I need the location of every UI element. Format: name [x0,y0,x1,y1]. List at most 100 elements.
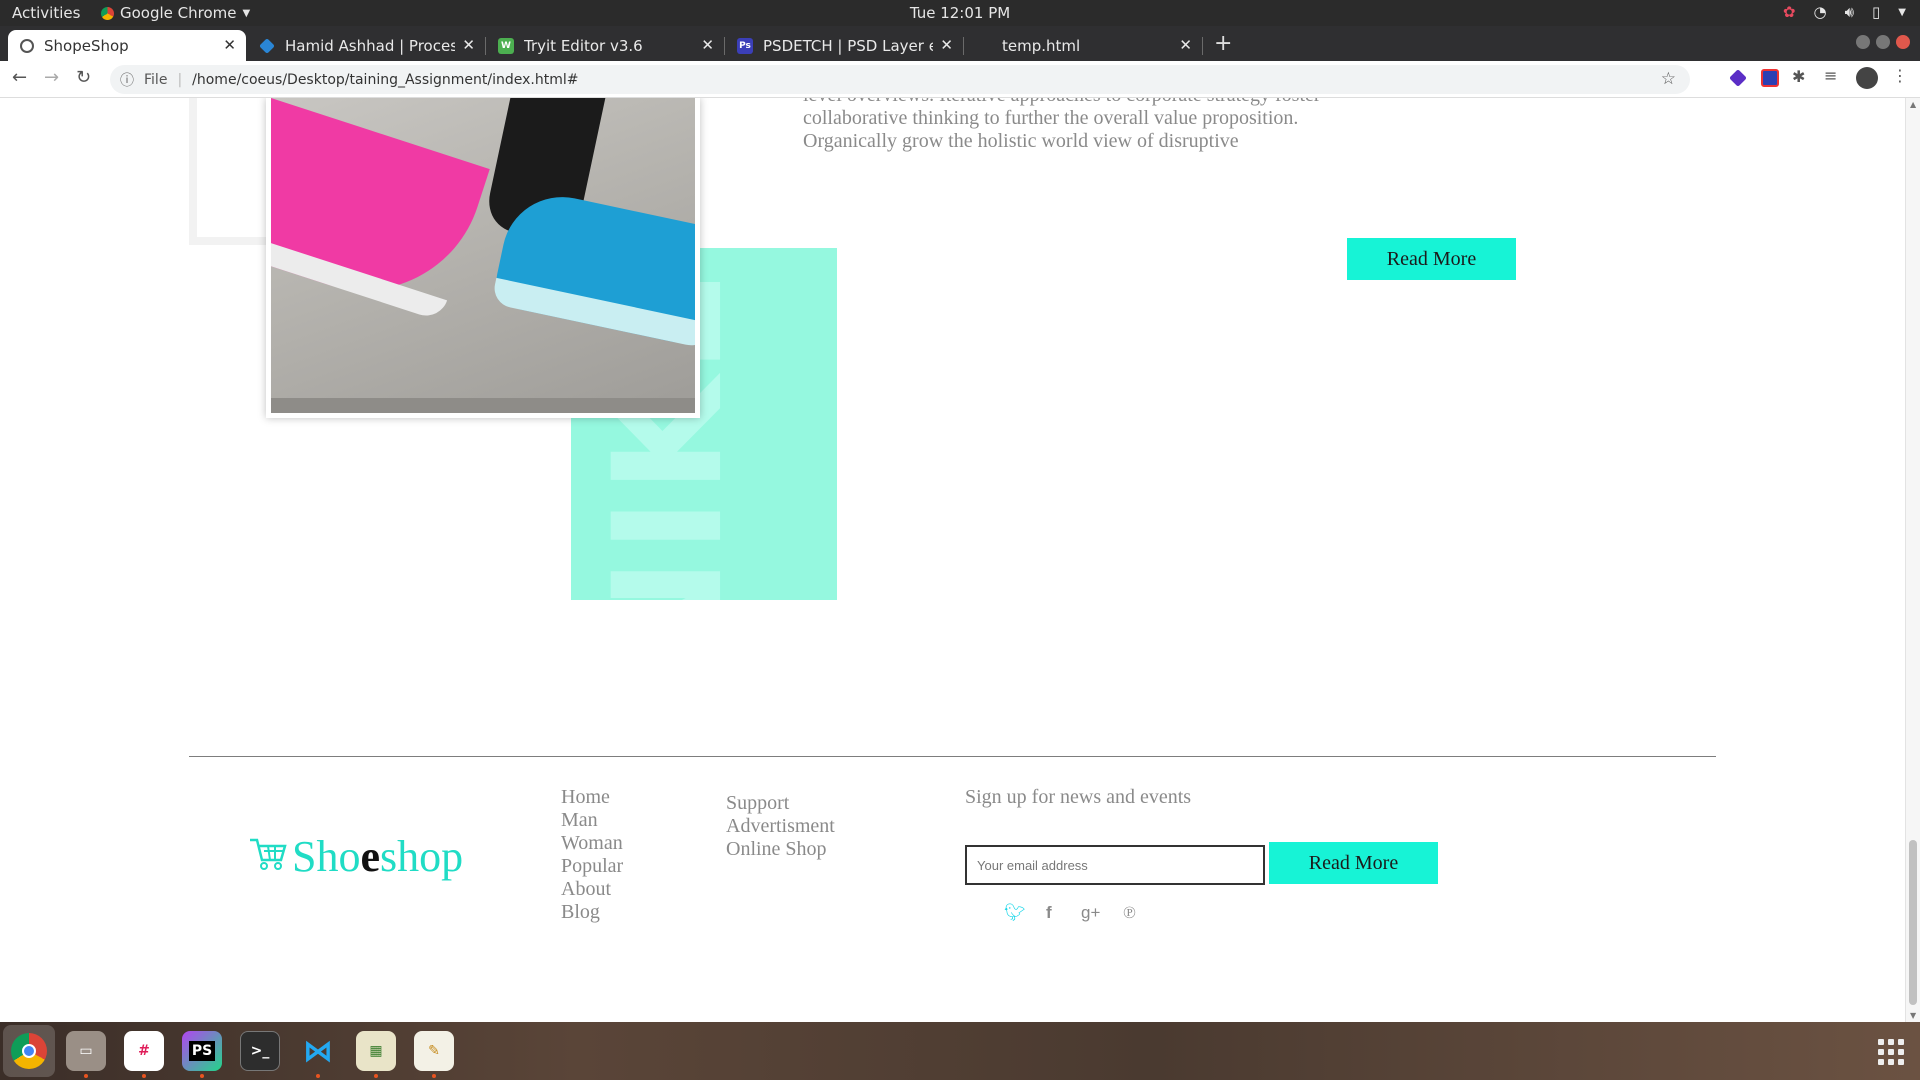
close-icon[interactable]: ✕ [223,36,236,54]
url-separator: | [177,71,183,88]
sneakers-image [271,98,695,413]
twitter-icon[interactable]: 🐦︎ [1004,903,1026,923]
pinterest-icon[interactable]: ℗ [1123,903,1136,923]
url-text[interactable]: /home/coeus/Desktop/taining_Assignment/i… [192,72,578,88]
tab-strip: ShopeShop ✕ Hamid Ashhad | Process S ✕ W… [0,26,1920,61]
system-tray[interactable]: ✿ ◔ 🔊︎ ▯ ▼ [1783,3,1906,21]
shopping-cart-icon [248,834,288,879]
footer-link-popular[interactable]: Popular [561,855,623,878]
tab-title: Hamid Ashhad | Process S [285,36,455,55]
window-controls [1856,35,1910,49]
tab-title: ShopeShop [44,36,129,55]
tab-shopeshop[interactable]: ShopeShop ✕ [8,30,246,61]
chevron-down-icon: ▼ [242,7,251,19]
image-viewer-icon: ▦ [369,1043,383,1059]
extensions-puzzle-icon[interactable]: ✱ [1792,67,1810,86]
google-plus-icon[interactable]: g+ [1081,903,1100,923]
tab-title: Tryit Editor v3.6 [524,36,643,55]
scrollbar-thumb[interactable] [1909,840,1917,1005]
reload-icon[interactable]: ↻ [76,67,91,88]
tab-tryit-editor[interactable]: W Tryit Editor v3.6 ✕ [486,30,725,61]
logo-text: Shoeshop [292,832,464,881]
footer-link-man[interactable]: Man [561,809,623,832]
chevron-down-icon: ▼ [1898,6,1906,18]
scroll-down-arrow[interactable]: ▼ [1910,1011,1916,1020]
close-icon[interactable]: ✕ [1179,36,1192,54]
close-icon[interactable]: ✕ [940,36,953,54]
blue-diamond-icon [259,37,275,54]
clock[interactable]: Tue 12:01 PM [910,4,1010,22]
slack-icon: # [138,1043,150,1059]
tab-title: temp.html [1002,36,1081,55]
dock-chrome[interactable] [3,1025,55,1077]
paragraph-line: level overviews. Iterative approaches to… [803,98,1335,107]
footer-link-woman[interactable]: Woman [561,832,623,855]
extension-diamond-icon[interactable] [1729,69,1747,87]
dock-phpstorm[interactable]: PS [182,1031,222,1078]
minimize-button[interactable] [1856,35,1870,49]
dock-files[interactable]: ▭ [66,1031,106,1078]
footer-link-support[interactable]: Support [726,792,835,815]
footer-link-online-shop[interactable]: Online Shop [726,838,835,861]
page-scrollbar[interactable]: ▲ ▼ [1905,98,1920,1022]
dock-image-viewer[interactable]: ▦ [356,1031,396,1078]
dock-terminal[interactable]: >_ [240,1031,280,1071]
chrome-icon [101,6,114,20]
dock-text-editor[interactable]: ✎ [414,1031,454,1078]
w3schools-icon: W [498,37,514,54]
description-paragraph: level overviews. Iterative approaches to… [803,98,1335,153]
tab-psdetch[interactable]: Ps PSDETCH | PSD Layer exp ✕ [725,30,964,61]
info-icon[interactable]: ⓘ [120,70,134,90]
psdetch-icon: Ps [737,37,753,54]
extension-badge-icon[interactable] [1761,69,1779,87]
taskbar-dock: ▭ # PS >_ ⋈ ▦ ✎ [0,1022,1920,1080]
app-menu-label: Google Chrome [120,4,237,22]
address-bar[interactable]: ⓘ File | /home/coeus/Desktop/taining_Ass… [110,65,1690,94]
vscode-icon: ⋈ [303,1033,333,1069]
close-window-button[interactable] [1896,35,1910,49]
new-tab-button[interactable]: + [1214,31,1232,56]
product-photo [266,98,700,418]
footer-info-links: Support Advertisment Online Shop [726,792,835,861]
more-menu-icon[interactable]: ⋮ [1892,66,1910,85]
read-more-button[interactable]: Read More [1347,238,1516,280]
footer-link-advertisment[interactable]: Advertisment [726,815,835,838]
maximize-button[interactable] [1876,35,1890,49]
tab-separator [1202,37,1203,55]
close-icon[interactable]: ✕ [462,36,475,54]
dock-slack[interactable]: # [124,1031,164,1078]
bookmark-star-icon[interactable]: ☆ [1661,69,1676,89]
activities-button[interactable]: Activities [12,4,80,22]
globe-icon [20,38,34,53]
tab-hamid-ashhad[interactable]: Hamid Ashhad | Process S ✕ [247,30,486,61]
app-menu[interactable]: Google Chrome ▼ [101,4,250,22]
footer-link-home[interactable]: Home [561,786,623,809]
media-control-icon[interactable]: ≡ [1824,66,1842,85]
browser-toolbar: ← → ↻ ⓘ File | /home/coeus/Desktop/taini… [0,61,1920,98]
facebook-icon[interactable]: f [1046,903,1052,923]
volume-icon: 🔊︎ [1844,3,1855,21]
phpstorm-icon: PS [188,1041,216,1061]
tab-temp-html[interactable]: temp.html ✕ [964,30,1203,61]
battery-icon: ▯ [1872,3,1881,21]
footer-divider [189,756,1716,757]
chrome-icon [11,1033,47,1069]
footer-link-about[interactable]: About [561,878,623,901]
scroll-up-arrow[interactable]: ▲ [1910,100,1916,109]
file-icon [976,38,992,54]
forward-icon[interactable]: → [44,67,59,88]
signup-button[interactable]: Read More [1269,842,1438,884]
dock-vscode[interactable]: ⋈ [298,1031,338,1078]
paragraph-line: collaborative thinking to further the ov… [803,107,1299,129]
email-field[interactable] [965,845,1265,885]
footer-link-blog[interactable]: Blog [561,901,623,924]
footer-nav-links: Home Man Woman Popular About Blog [561,786,623,924]
back-icon[interactable]: ← [12,67,27,88]
paragraph-line: Organically grow the holistic world view… [803,130,1239,152]
footer-logo[interactable]: Shoeshop [248,831,463,882]
close-icon[interactable]: ✕ [701,36,714,54]
show-applications-button[interactable] [1878,1039,1904,1065]
terminal-icon: >_ [250,1043,270,1059]
profile-avatar[interactable] [1856,67,1878,89]
web-page: NIKE level overviews. Iterative approach… [0,98,1905,1022]
